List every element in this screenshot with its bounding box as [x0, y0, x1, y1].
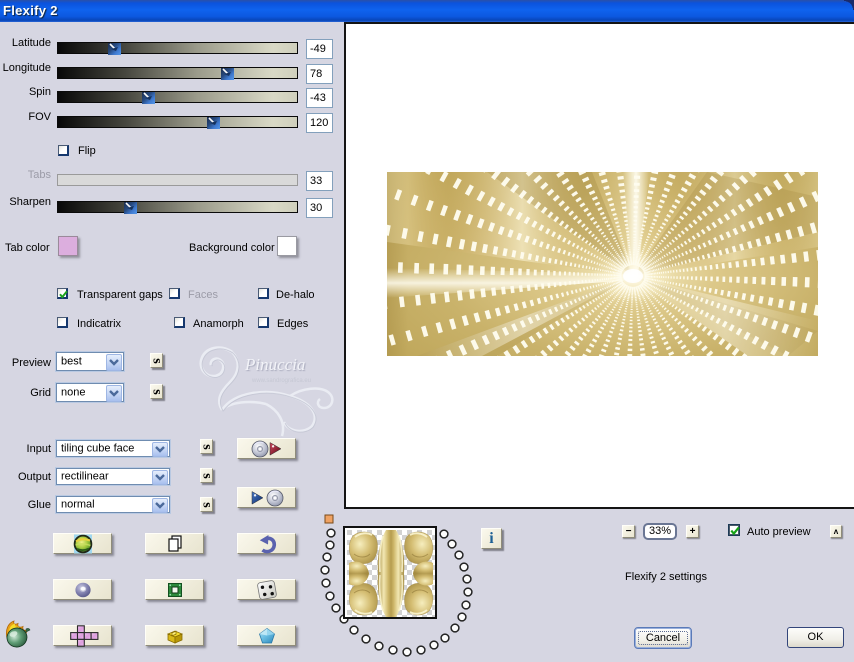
svg-text:Pinuccia: Pinuccia [244, 355, 305, 374]
svg-text:www.sandrografica.eu: www.sandrografica.eu [251, 378, 311, 384]
